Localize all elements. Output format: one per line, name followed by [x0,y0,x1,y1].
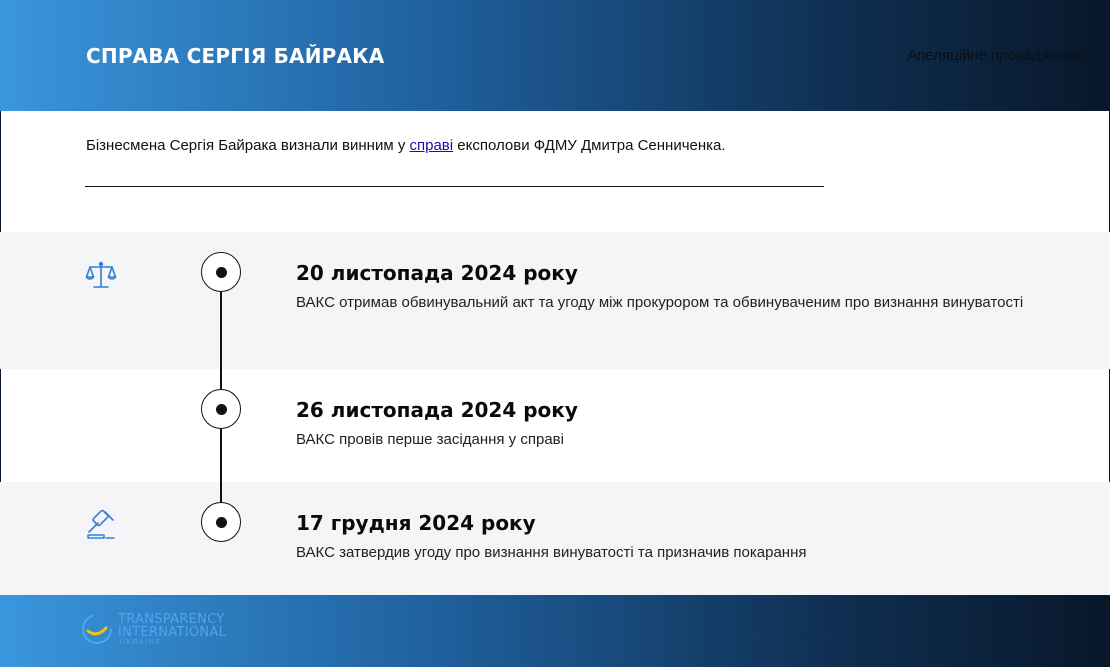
appeal-label: Апеляційне провадження [907,47,1084,64]
event-date-2: 26 листопада 2024 року [296,398,578,422]
event-date-3: 17 грудня 2024 року [296,511,536,535]
intro-text-start: Бізнесмена Сергія Байрака визнали винним… [86,137,410,154]
timeline-node-1 [201,252,241,292]
case-link[interactable]: справі [409,137,453,154]
gavel-icon [87,509,115,539]
event-text-1: ВАКС отримав обвинувальний акт та угоду … [296,294,1024,311]
event-text-2: ВАКС провів перше засідання у справі [296,431,564,448]
intro-text-end: експолови ФДМУ Дмитра Сенниченка. [453,137,726,154]
page-title: СПРАВА СЕРГІЯ БАЙРАКА [86,44,385,68]
transparency-international-logo: TRANSPARENCY INTERNATIONAL UKRAINE [80,611,250,647]
event-date-1: 20 листопада 2024 року [296,261,578,285]
intro-divider [85,186,824,187]
timeline-node-3 [201,502,241,542]
event-row-2-background [0,369,1110,482]
logo-text-ukraine: UKRAINE [120,639,162,646]
header-banner: СПРАВА СЕРГІЯ БАЙРАКА Апеляційне провадж… [0,0,1110,111]
scales-icon [85,261,117,288]
ti-logo-icon [82,614,112,644]
event-text-3: ВАКС затвердив угоду про визнання винува… [296,544,807,561]
logo-text-international: INTERNATIONAL [118,625,227,640]
event-row-3-background [0,482,1110,595]
timeline-node-2 [201,389,241,429]
intro-text: Бізнесмена Сергія Байрака визнали винним… [86,137,986,154]
